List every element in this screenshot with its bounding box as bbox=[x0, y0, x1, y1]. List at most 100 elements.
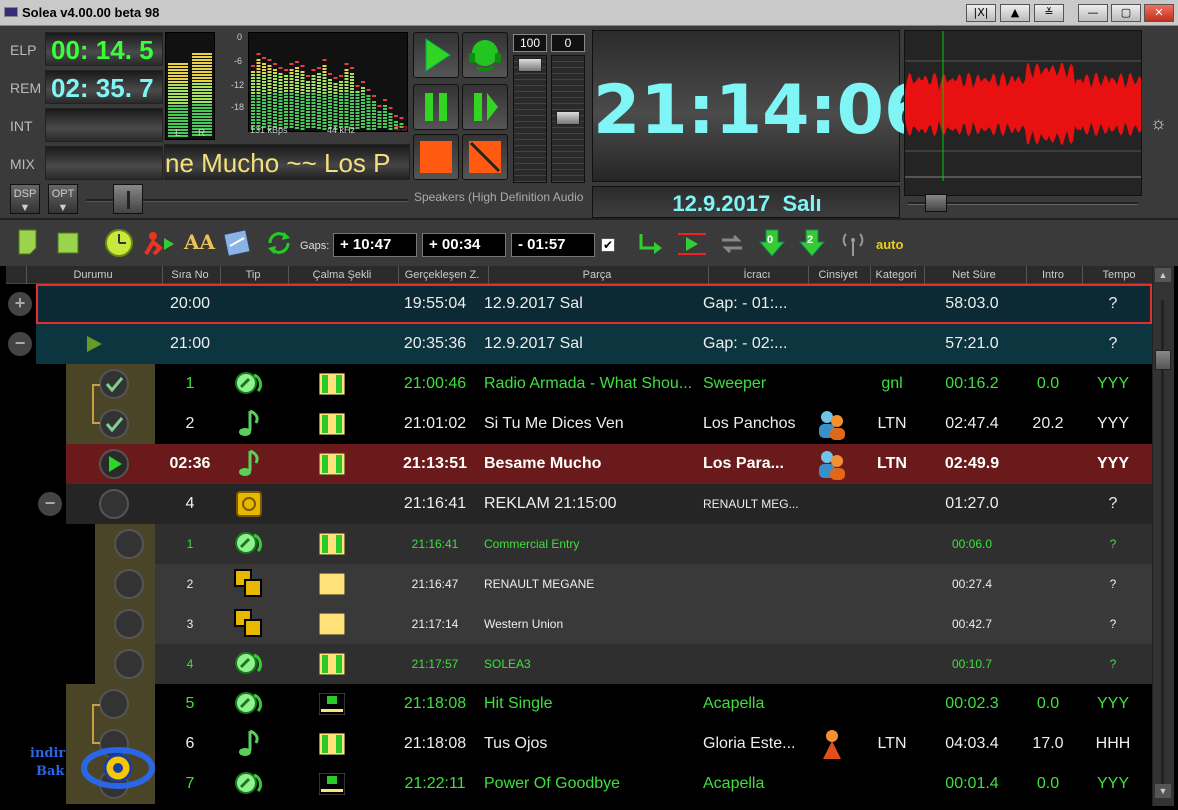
playlist-row[interactable]: 02:36 21:13:51 Besame Mucho Los Para... LTN 0… bbox=[0, 444, 1152, 484]
column-header-9[interactable]: Net Süre bbox=[924, 268, 1024, 282]
cell-tempo: ? bbox=[1109, 537, 1117, 551]
status-circle-icon[interactable] bbox=[114, 609, 144, 639]
playlist-row[interactable]: 1 21:16:41 Commercial Entry 00:06.0? bbox=[0, 524, 1152, 564]
opt-button[interactable]: OPT ▼ bbox=[48, 184, 78, 214]
intro-time bbox=[45, 108, 163, 142]
status-circle-icon[interactable] bbox=[114, 529, 144, 559]
fader-right-track[interactable] bbox=[551, 55, 585, 183]
column-header-10[interactable]: Intro bbox=[1026, 268, 1080, 282]
now-playing-icon[interactable] bbox=[99, 449, 129, 479]
cell-intro bbox=[1018, 644, 1078, 684]
column-separator[interactable] bbox=[1026, 266, 1027, 284]
stop-after-button[interactable] bbox=[462, 134, 508, 180]
record-indicator-icon: ⊂⊃ bbox=[393, 123, 409, 133]
cell-kategori bbox=[864, 324, 920, 364]
mix-slider-thumb[interactable] bbox=[113, 184, 143, 214]
date-display: 12.9.2017 Salı bbox=[593, 191, 901, 217]
column-header-7[interactable]: Cinsiyet bbox=[808, 268, 868, 282]
playlist-row[interactable]: − 4 21:16:41 REKLAM 21:15:00 RENAULT MEG... 0… bbox=[0, 484, 1152, 524]
scroll-down-icon[interactable]: ▼ bbox=[1155, 784, 1171, 798]
column-separator[interactable] bbox=[870, 266, 871, 284]
playlist-row[interactable]: 4 21:17:57 SOLEA3 00:10.7? bbox=[0, 644, 1152, 684]
column-header-6[interactable]: İcracı bbox=[708, 268, 806, 282]
column-separator[interactable] bbox=[220, 266, 221, 284]
minimize-button[interactable]: — bbox=[1078, 4, 1108, 22]
fader-left-track[interactable] bbox=[513, 55, 547, 183]
column-separator[interactable] bbox=[26, 266, 27, 284]
cue-button[interactable] bbox=[462, 32, 508, 78]
column-separator[interactable] bbox=[1082, 266, 1083, 284]
gap-checkbox[interactable]: ✔ bbox=[601, 238, 615, 252]
status-circle-icon[interactable] bbox=[114, 649, 144, 679]
dsp-button[interactable]: DSP ▼ bbox=[10, 184, 40, 214]
column-separator[interactable] bbox=[924, 266, 925, 284]
column-header-4[interactable]: Gerçekleşen Z. bbox=[398, 268, 486, 282]
playlist-row[interactable]: +20:00 19:55:04 12.9.2017 Sal Gap: - 01:...… bbox=[0, 284, 1152, 324]
jump-to-icon[interactable] bbox=[636, 230, 664, 258]
column-separator[interactable] bbox=[398, 266, 399, 284]
column-separator[interactable] bbox=[288, 266, 289, 284]
playlist-row[interactable]: 1 21:00:46 Radio Armada - What Shou... Swee… bbox=[0, 364, 1152, 404]
column-header-1[interactable]: Sıra No bbox=[162, 268, 218, 282]
cell-tempo: YYY bbox=[1096, 375, 1129, 392]
scroll-thumb[interactable] bbox=[1155, 350, 1171, 370]
collapse-icon[interactable]: − bbox=[8, 332, 32, 356]
insert-item-icon[interactable] bbox=[16, 228, 42, 256]
column-separator[interactable] bbox=[808, 266, 809, 284]
scroll-up-icon[interactable]: ▲ bbox=[1155, 268, 1171, 282]
column-separator[interactable] bbox=[162, 266, 163, 284]
column-header-3[interactable]: Çalma Şekli bbox=[288, 268, 396, 282]
expand-icon[interactable]: + bbox=[8, 292, 32, 316]
output-device-label: Speakers (High Definition Audio bbox=[414, 190, 584, 204]
waveform-position-thumb[interactable] bbox=[925, 194, 947, 212]
playlist-row[interactable]: 7 21:22:11 Power Of Goodbye Acapella 00:01.4… bbox=[0, 764, 1152, 804]
play-marker-icon[interactable] bbox=[676, 230, 708, 258]
column-header-5[interactable]: Parça bbox=[488, 268, 706, 282]
status-circle-icon[interactable] bbox=[114, 569, 144, 599]
bitrate-label: 131 kBps bbox=[250, 125, 288, 135]
column-separator[interactable] bbox=[488, 266, 489, 284]
schedule-icon[interactable] bbox=[222, 228, 252, 258]
collapse-icon[interactable]: − bbox=[38, 492, 62, 516]
stop-button[interactable] bbox=[413, 134, 459, 180]
text-format-icon[interactable]: AA bbox=[184, 230, 215, 254]
column-header-2[interactable]: Tip bbox=[220, 268, 286, 282]
column-header-11[interactable]: Tempo bbox=[1082, 268, 1156, 282]
playlist-row[interactable]: 2 21:01:02 Si Tu Me Dices Ven Los Panchos LT… bbox=[0, 404, 1152, 444]
column-separator[interactable] bbox=[708, 266, 709, 284]
restore-layout-button[interactable]: |X| bbox=[966, 4, 996, 22]
pause-button[interactable] bbox=[413, 84, 459, 130]
fader-right-knob[interactable] bbox=[556, 111, 580, 125]
brightness-icon[interactable]: ☼ bbox=[1150, 113, 1167, 134]
play-button[interactable] bbox=[413, 32, 459, 78]
close-button[interactable]: ✕ bbox=[1144, 4, 1174, 22]
playlist-row[interactable]: 6 21:18:08 Tus Ojos Gloria Este... LTN 04:03.… bbox=[0, 724, 1152, 764]
auto-mode-toggle[interactable]: auto bbox=[876, 237, 903, 252]
move-down-button[interactable]: ≚ bbox=[1034, 4, 1064, 22]
playlist-row[interactable]: − 21:00 20:35:36 12.9.2017 Sal Gap: - 02:...… bbox=[0, 324, 1152, 364]
clock-icon[interactable] bbox=[104, 228, 134, 258]
new-playlist-icon[interactable] bbox=[55, 230, 81, 256]
refresh-icon[interactable] bbox=[264, 228, 294, 258]
run-script-icon[interactable] bbox=[142, 230, 176, 256]
status-circle-icon[interactable] bbox=[99, 689, 129, 719]
column-header-0[interactable]: Durumu bbox=[26, 268, 160, 282]
playlist-row[interactable]: 5 21:18:08 Hit Single Acapella 00:02.3 0.0 YYY bbox=[0, 684, 1152, 724]
played-check-icon[interactable] bbox=[99, 369, 129, 399]
playlist-row[interactable]: 3 21:17:14 Western Union 00:42.7? bbox=[0, 604, 1152, 644]
move-up-button[interactable]: ▲ bbox=[1000, 4, 1030, 22]
ad-type-icon bbox=[232, 607, 266, 646]
cell-net-sure: 00:01.4 bbox=[945, 775, 999, 792]
pause-next-button[interactable] bbox=[462, 84, 508, 130]
cell-icraci bbox=[703, 604, 801, 644]
maximize-button[interactable]: ▢ bbox=[1111, 4, 1141, 22]
loop-icon[interactable] bbox=[718, 230, 746, 258]
played-check-icon[interactable] bbox=[99, 409, 129, 439]
column-header-8[interactable]: Kategori bbox=[870, 268, 922, 282]
broadcast-antenna-icon[interactable] bbox=[838, 228, 868, 258]
db-tick-0: 0 bbox=[237, 32, 243, 42]
playlist-scrollbar[interactable]: ▲ ▼ bbox=[1152, 266, 1174, 806]
fader-left-knob[interactable] bbox=[518, 58, 542, 72]
playlist-row[interactable]: 2 21:16:47 RENAULT MEGANE 00:27.4? bbox=[0, 564, 1152, 604]
status-circle-icon[interactable] bbox=[99, 489, 129, 519]
